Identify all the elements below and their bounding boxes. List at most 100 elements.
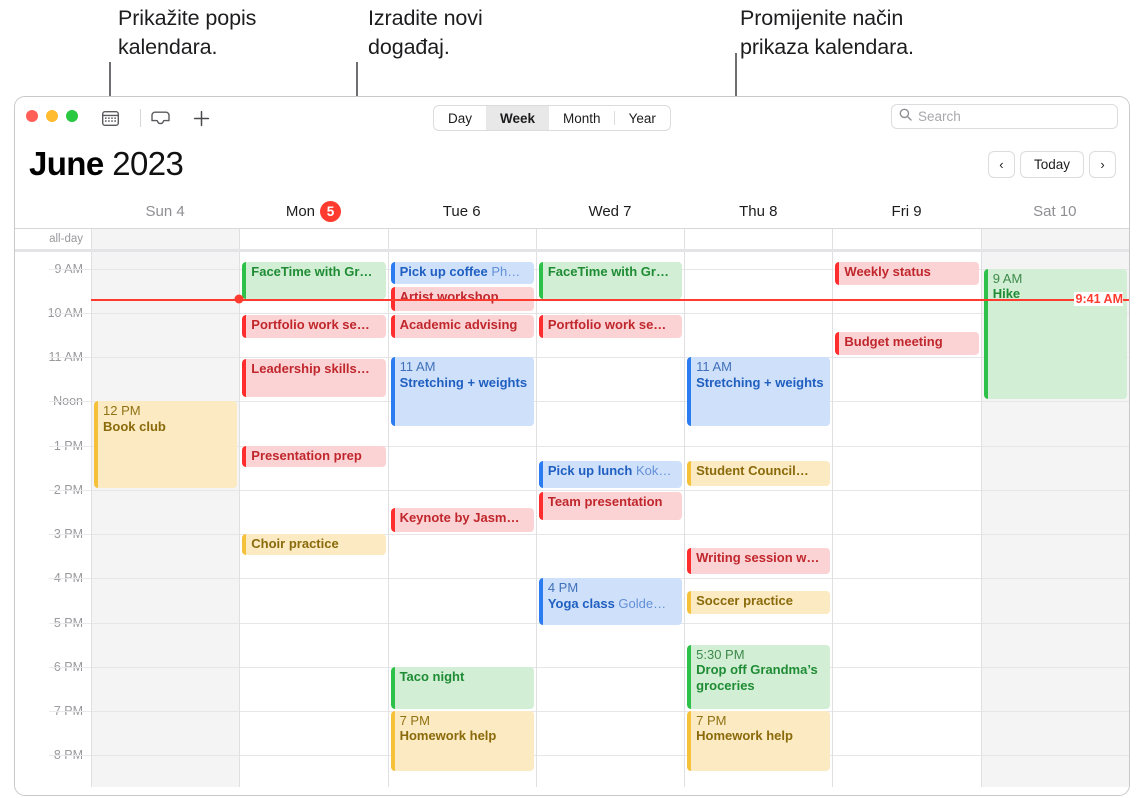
hour-gridline	[388, 313, 536, 315]
day-header-fri[interactable]: Fri 9	[832, 195, 980, 228]
all-day-cell-sun[interactable]	[91, 229, 240, 249]
day-header-wed[interactable]: Wed 7	[536, 195, 684, 228]
calendar-event[interactable]: Choir practice	[242, 534, 386, 556]
day-column-sun[interactable]: 12 PM Book club	[91, 252, 240, 787]
gutter-hour-line	[49, 755, 91, 757]
view-tab-week[interactable]: Week	[486, 106, 550, 130]
day-header-sun[interactable]: Sun 4	[91, 195, 239, 228]
calendar-event[interactable]: Writing session w…	[687, 548, 831, 575]
calendar-event[interactable]: FaceTime with Gr…	[242, 262, 386, 299]
hour-gridline	[536, 666, 685, 668]
all-day-label: all-day	[15, 229, 91, 249]
day-header-thu[interactable]: Thu 8	[684, 195, 832, 228]
calendar-event[interactable]: 11 AM Stretching + weights	[390, 357, 534, 426]
hour-gridline	[536, 489, 685, 491]
event-title: Academic advising	[399, 317, 518, 333]
zoom-button[interactable]	[66, 110, 78, 122]
search-placeholder: Search	[918, 109, 961, 124]
calendar-event[interactable]: 5:30 PM Drop off Grandma’s groceries	[687, 644, 831, 709]
calendar-event[interactable]: 7 PM Homework help	[687, 710, 831, 771]
calendar-event[interactable]: 12 PM Book club	[94, 401, 238, 488]
day-column-fri[interactable]: Weekly status Budget meeting	[832, 252, 981, 787]
calendar-event[interactable]: Student Council…	[687, 461, 831, 486]
calendar-event[interactable]: 7 PM Homework help	[390, 710, 534, 771]
calendar-event[interactable]: Taco night	[390, 666, 534, 709]
all-day-cell-tue[interactable]	[387, 229, 536, 249]
calendar-event[interactable]: FaceTime with Gr…	[538, 262, 683, 299]
search-field[interactable]: Search	[891, 104, 1118, 129]
event-time: 9 AM	[992, 270, 1023, 286]
calendar-event[interactable]: 4 PM Yoga class Golde…	[538, 578, 683, 625]
calendar-event[interactable]: Keynote by Jasm…	[390, 507, 534, 533]
all-day-cell-sat[interactable]	[980, 229, 1129, 249]
all-day-cell-fri[interactable]	[832, 229, 980, 249]
calendar-event[interactable]: Team presentation	[538, 492, 683, 520]
day-header-tue[interactable]: Tue 6	[388, 195, 536, 228]
event-title: Pick up lunch Kok…	[547, 463, 672, 479]
view-mode-segmented-control[interactable]: Day Week Month Year	[433, 105, 671, 131]
search-icon	[899, 108, 912, 126]
hour-gridline	[981, 489, 1129, 491]
all-day-cell-mon[interactable]	[239, 229, 387, 249]
day-header-row: Sun 4 Mon 5 Tue 6 Wed 7 Thu 8 Fri 9 Sat …	[15, 195, 1129, 228]
today-button[interactable]: Today	[1019, 151, 1084, 178]
calendar-event[interactable]: 11 AM Stretching + weights	[687, 357, 831, 426]
calendar-event[interactable]: Leadership skills…	[242, 359, 386, 398]
day-header-mon-label: Mon	[285, 203, 316, 220]
calendar-event[interactable]: 9 AM Hike	[983, 268, 1127, 400]
hour-gridline	[981, 578, 1129, 580]
next-week-button[interactable]: ›	[1089, 151, 1116, 178]
event-title: Homework help	[399, 728, 497, 744]
plus-icon[interactable]	[189, 106, 213, 130]
calendar-event[interactable]: Academic advising	[390, 315, 534, 339]
previous-week-button[interactable]: ‹	[987, 151, 1015, 178]
today-badge: 5	[320, 201, 342, 222]
event-title: Drop off Grandma’s groceries	[696, 662, 818, 693]
day-column-mon[interactable]: FaceTime with Gr… Portfolio work se… Leade…	[239, 252, 388, 787]
minimize-button[interactable]	[46, 110, 58, 122]
day-header-mon[interactable]: Mon 5	[239, 195, 387, 228]
event-time: 12 PM	[103, 403, 141, 419]
gutter-hour-line	[49, 357, 91, 359]
view-tab-day[interactable]: Day	[434, 106, 486, 130]
week-grid-columns: 9 AM 10 AM 11 AM Noon 1 PM 2 PM 3 PM 4 PM 5 PM 6 …	[15, 252, 1129, 787]
gutter-hour-line	[49, 401, 91, 403]
day-column-wed[interactable]: FaceTime with Gr… Portfolio work se… Pick …	[535, 252, 685, 787]
gutter-hour-line	[49, 268, 91, 270]
all-day-cell-thu[interactable]	[684, 229, 832, 249]
calendar-event[interactable]: Portfolio work se…	[538, 315, 683, 339]
hour-gridline	[240, 755, 388, 757]
calendar-event[interactable]: Presentation prep	[242, 445, 386, 467]
calendar-event[interactable]: Soccer practice	[687, 590, 831, 614]
calendar-event[interactable]: Pick up coffee Ph…	[390, 262, 534, 284]
day-header-tue-label: Tue 6	[442, 203, 481, 220]
event-title: Leadership skills…	[251, 361, 370, 377]
calendar-event[interactable]: Portfolio work se…	[242, 315, 386, 339]
day-column-thu[interactable]: 11 AM Stretching + weights Student Council…	[684, 252, 833, 787]
hour-gridline	[240, 401, 388, 403]
calendar-event[interactable]: Weekly status	[835, 262, 979, 286]
all-day-cell-wed[interactable]	[535, 229, 684, 249]
day-column-tue[interactable]: Pick up coffee Ph… Artist workshop… Academ…	[387, 252, 536, 787]
view-tab-year[interactable]: Year	[615, 106, 670, 130]
callout-show-calendar-list: Prikažite popis kalendara.	[118, 6, 257, 59]
calendar-event[interactable]: Pick up lunch Kok…	[538, 461, 683, 488]
event-title: Yoga class Golde…	[547, 595, 667, 611]
inbox-icon[interactable]	[148, 106, 172, 130]
gutter-hour-line	[49, 445, 91, 447]
hour-gridline	[92, 313, 240, 315]
view-tab-month[interactable]: Month	[549, 106, 615, 130]
event-title: Portfolio work se…	[547, 317, 667, 333]
day-header-sat[interactable]: Sat 10	[981, 195, 1129, 228]
day-column-sat[interactable]: 9 AM Hike	[980, 252, 1129, 787]
calendar-event[interactable]: Budget meeting	[835, 331, 979, 356]
hour-gridline	[536, 313, 685, 315]
calendar-icon[interactable]	[98, 106, 122, 130]
day-header-sat-label: Sat 10	[1033, 203, 1077, 220]
hour-gridline	[833, 357, 981, 359]
close-button[interactable]	[26, 110, 38, 122]
hour-gridline	[685, 578, 833, 580]
hour-gridline	[536, 534, 685, 536]
hour-gridline	[92, 489, 240, 491]
event-title: Stretching + weights	[696, 374, 824, 390]
